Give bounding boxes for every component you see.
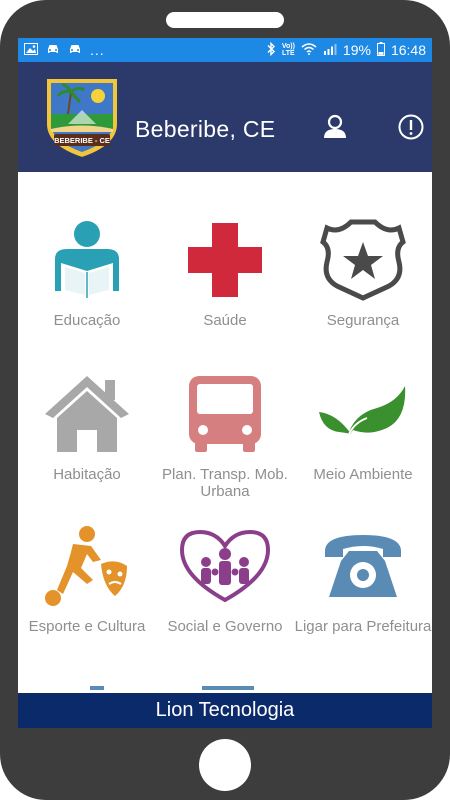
menu-item-label: Ligar para Prefeitura xyxy=(294,618,432,635)
menu-item-label: Esporte e Cultura xyxy=(28,618,146,635)
menu-item-label: Saúde xyxy=(203,312,247,329)
wifi-icon xyxy=(301,42,317,58)
status-bar: ... Vo)) LTE 19% 16:48 xyxy=(18,38,432,62)
car-icon xyxy=(46,42,60,58)
telephone-icon xyxy=(315,518,411,614)
leaves-icon xyxy=(315,366,411,462)
phone-speaker xyxy=(166,12,284,28)
menu-item-meio-ambiente[interactable]: Meio Ambiente xyxy=(294,366,432,483)
menu-item-educacao[interactable]: Educação xyxy=(18,212,156,329)
app-header: BEBERIBE - CE Beberibe, CE xyxy=(18,62,432,172)
app-screen: ... Vo)) LTE 19% 16:48 BEBERIBE - CE Beb… xyxy=(18,38,432,728)
info-button[interactable] xyxy=(398,114,424,140)
home-button[interactable] xyxy=(199,739,251,791)
user-icon xyxy=(324,114,346,138)
menu-item-esporte-cultura[interactable]: Esporte e Cultura xyxy=(18,518,156,635)
logo-banner-text: BEBERIBE - CE xyxy=(54,136,110,145)
menu-item-saude[interactable]: Saúde xyxy=(156,212,294,329)
red-cross-icon xyxy=(177,212,273,308)
footer-credit: Lion Tecnologia xyxy=(18,693,432,728)
bus-icon xyxy=(177,366,273,462)
menu-item-transporte[interactable]: Plan. Transp. Mob. Urbana xyxy=(156,366,294,500)
city-title: Beberibe, CE xyxy=(135,116,276,142)
battery-icon xyxy=(376,41,385,59)
services-menu-grid: Educação Saúde Segurança Habitação Plan.… xyxy=(18,172,432,692)
car-icon xyxy=(68,42,82,58)
sport-culture-icon xyxy=(39,518,135,614)
reader-icon xyxy=(39,212,135,308)
menu-item-label: Plan. Transp. Mob. Urbana xyxy=(162,466,288,500)
menu-item-label: Educação xyxy=(53,312,121,329)
image-icon xyxy=(24,42,38,58)
info-icon xyxy=(398,114,424,140)
house-icon xyxy=(39,366,135,462)
battery-percent: 19% xyxy=(342,42,371,58)
volte-bottom-text: LTE xyxy=(282,50,295,57)
volte-top-text: Vo)) xyxy=(281,43,295,50)
menu-item-label: Habitação xyxy=(53,466,121,483)
user-profile-button[interactable] xyxy=(322,114,348,140)
notification-overflow: ... xyxy=(90,42,105,58)
partial-next-row-icon xyxy=(202,686,254,690)
menu-item-habitacao[interactable]: Habitação xyxy=(18,366,156,483)
partial-next-row-icon xyxy=(90,686,104,690)
menu-item-label: Segurança xyxy=(326,312,400,329)
menu-item-ligar-prefeitura[interactable]: Ligar para Prefeitura xyxy=(294,518,432,635)
police-badge-icon xyxy=(315,212,411,308)
family-heart-icon xyxy=(177,518,273,614)
menu-item-label: Social e Governo xyxy=(167,618,283,635)
city-coat-of-arms-logo: BEBERIBE - CE xyxy=(38,74,126,160)
menu-item-social-governo[interactable]: Social e Governo xyxy=(156,518,294,635)
menu-item-seguranca[interactable]: Segurança xyxy=(294,212,432,329)
menu-item-label: Meio Ambiente xyxy=(313,466,413,483)
volte-icon: Vo)) LTE xyxy=(282,43,295,57)
signal-icon xyxy=(323,42,337,58)
clock: 16:48 xyxy=(390,42,426,58)
bluetooth-icon xyxy=(266,41,276,59)
